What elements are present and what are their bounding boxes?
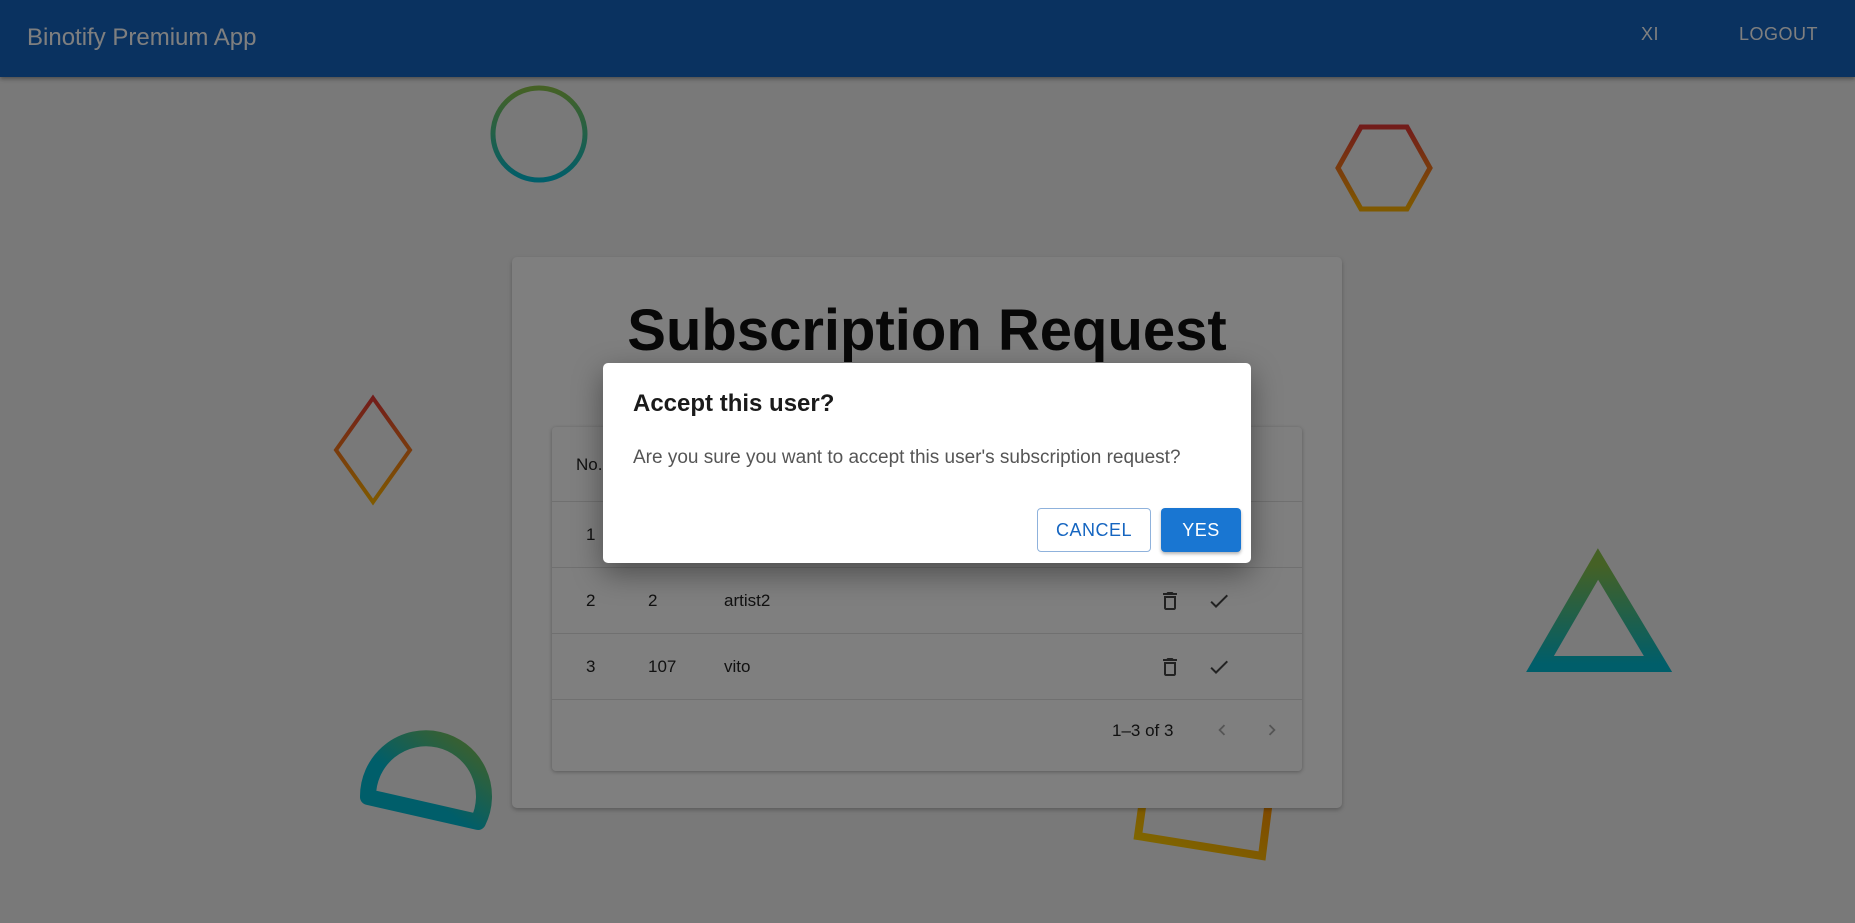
dialog-message: Are you sure you want to accept this use… <box>633 447 1181 468</box>
dialog-title: Accept this user? <box>633 390 835 417</box>
yes-button[interactable]: YES <box>1161 508 1241 552</box>
confirm-dialog: Accept this user? Are you sure you want … <box>603 363 1251 563</box>
cancel-button[interactable]: CANCEL <box>1037 508 1151 552</box>
